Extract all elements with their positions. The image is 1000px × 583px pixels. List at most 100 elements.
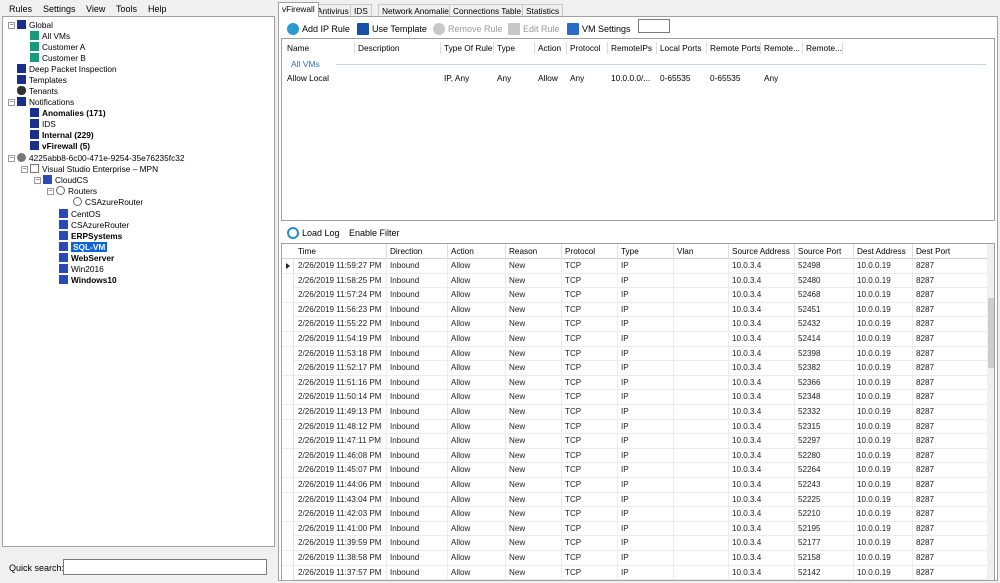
row-header[interactable] (282, 317, 294, 332)
column-header[interactable]: Local Ports (660, 43, 702, 53)
tree-node-cloud[interactable]: CloudCS (43, 175, 88, 186)
row-header[interactable] (282, 273, 294, 288)
tree-node-vm[interactable]: WebServer (59, 253, 114, 264)
log-row[interactable]: 2/26/2019 11:49:13 PM Inbound Allow New TCP I… (282, 405, 987, 420)
column-header[interactable]: Type (621, 247, 639, 256)
log-row[interactable]: 2/26/2019 11:48:12 PM Inbound Allow New TCP I… (282, 419, 987, 435)
menu-view[interactable]: View (86, 4, 105, 14)
tree-node-vm[interactable]: CSAzureRouter (59, 220, 129, 231)
tree-node-templates[interactable]: Templates (17, 75, 67, 86)
row-header[interactable] (282, 375, 294, 390)
log-row[interactable]: 2/26/2019 11:58:25 PM Inbound Allow New TCP I… (282, 273, 987, 289)
log-row[interactable]: 2/26/2019 11:46:08 PM Inbound Allow New TCP I… (282, 448, 987, 464)
column-header[interactable]: Remote Ports (710, 43, 761, 53)
vm-settings-field[interactable] (638, 19, 670, 33)
row-header[interactable] (282, 302, 294, 317)
collapse-toggle[interactable]: − (34, 177, 41, 184)
use-template-button[interactable]: Use Template (357, 20, 427, 38)
menu-tools[interactable]: Tools (116, 4, 137, 14)
row-header[interactable] (282, 551, 294, 565)
collapse-toggle[interactable]: − (8, 155, 15, 162)
menu-rules[interactable]: Rules (9, 4, 32, 14)
tree-node-vfirewall[interactable]: vFirewall (5) (30, 141, 90, 152)
vertical-scrollbar[interactable] (987, 244, 994, 580)
row-header[interactable] (282, 332, 294, 346)
tree-node-all-vms[interactable]: All VMs (30, 31, 70, 42)
scrollbar-thumb[interactable] (988, 298, 994, 368)
log-row[interactable]: 2/26/2019 11:43:04 PM Inbound Allow New TCP I… (282, 492, 987, 508)
tree-node-customer-a[interactable]: Customer A (30, 42, 85, 53)
log-row[interactable]: 2/26/2019 11:38:58 PM Inbound Allow New TCP I… (282, 551, 987, 566)
column-header[interactable]: Action (451, 247, 474, 256)
log-row[interactable]: 2/26/2019 11:56:23 PM Inbound Allow New TCP I… (282, 302, 987, 318)
log-row[interactable]: 2/26/2019 11:37:57 PM Inbound Allow New TCP I… (282, 565, 987, 580)
tree-node-anomalies[interactable]: Anomalies (171) (30, 108, 106, 119)
tree-node-subscription-id[interactable]: 4225abb8-6c00-471e-9254-35e76235fc32 (17, 153, 184, 164)
column-header[interactable]: Name (287, 43, 309, 53)
row-header[interactable] (282, 405, 294, 419)
log-row[interactable]: 2/26/2019 11:52:17 PM Inbound Allow New TCP I… (282, 361, 987, 376)
column-header[interactable]: Action (538, 43, 561, 53)
collapse-toggle[interactable]: − (8, 99, 15, 106)
tree-node-dpi[interactable]: Deep Packet Inspection (17, 64, 117, 75)
row-header[interactable] (282, 288, 294, 303)
log-row[interactable]: 2/26/2019 11:47:11 PM Inbound Allow New TCP I… (282, 434, 987, 449)
tree-node-vm-selected[interactable]: SQL-VM (59, 242, 108, 253)
column-header[interactable]: Type Of Rule (444, 43, 492, 53)
column-header[interactable]: Protocol (565, 247, 595, 256)
row-header[interactable] (282, 463, 294, 478)
log-row[interactable]: 2/26/2019 11:59:27 PM Inbound Allow New TCP I… (282, 259, 987, 274)
row-header[interactable] (282, 448, 294, 463)
row-header[interactable] (282, 565, 294, 580)
tree-node-vm[interactable]: ERPSystems (59, 231, 122, 242)
row-header[interactable] (282, 361, 294, 376)
tree-node-routers[interactable]: Routers (56, 186, 97, 197)
navigation-tree[interactable]: − Global All VMs Customer A Customer B D… (2, 16, 275, 547)
tree-node-internal[interactable]: Internal (229) (30, 130, 94, 141)
row-header[interactable] (282, 419, 294, 434)
load-log-button[interactable]: Load Log (287, 224, 340, 242)
column-header[interactable]: RemoteIPs (611, 43, 652, 53)
log-row[interactable]: 2/26/2019 11:55:22 PM Inbound Allow New TCP I… (282, 317, 987, 332)
tree-node-vm[interactable]: Windows10 (59, 275, 117, 286)
tree-node-vm[interactable]: Win2016 (59, 264, 104, 275)
log-row[interactable]: 2/26/2019 11:45:07 PM Inbound Allow New TCP I… (282, 463, 987, 478)
tree-node-customer-b[interactable]: Customer B (30, 53, 86, 64)
tree-node-subscription[interactable]: Visual Studio Enterprise – MPN (30, 164, 158, 175)
row-header[interactable] (282, 346, 294, 361)
collapse-toggle[interactable]: − (47, 188, 54, 195)
column-header[interactable]: Source Port (798, 247, 841, 256)
column-header[interactable]: Remote... (806, 43, 842, 53)
tree-node-router[interactable]: CSAzureRouter (73, 197, 143, 208)
tree-node-tenants[interactable]: Tenants (17, 86, 58, 97)
column-header[interactable]: Remote... (764, 43, 800, 53)
collapse-toggle[interactable]: − (8, 22, 15, 29)
log-row[interactable]: 2/26/2019 11:42:03 PM Inbound Allow New TCP I… (282, 507, 987, 522)
column-header[interactable]: Description (358, 43, 400, 53)
tree-node-vm[interactable]: CentOS (59, 209, 101, 220)
row-header[interactable] (282, 536, 294, 551)
collapse-toggle[interactable]: − (21, 166, 28, 173)
row-header[interactable] (282, 390, 294, 405)
column-header[interactable]: Time (298, 247, 316, 256)
tree-node-notifications[interactable]: Notifications (17, 97, 74, 108)
log-row[interactable]: 2/26/2019 11:39:59 PM Inbound Allow New TCP I… (282, 536, 987, 551)
row-header[interactable] (282, 478, 294, 492)
column-header[interactable]: Direction (390, 247, 422, 256)
column-header[interactable]: Dest Address (857, 247, 906, 256)
column-header[interactable]: Protocol (570, 43, 600, 53)
row-header[interactable] (282, 259, 294, 273)
remove-rule-button[interactable]: Remove Rule (433, 20, 503, 38)
tree-node-ids[interactable]: IDS (30, 119, 56, 130)
row-header[interactable] (282, 434, 294, 449)
row-header[interactable] (282, 521, 294, 536)
tree-node-global[interactable]: Global (17, 20, 53, 31)
rules-table[interactable]: Name Description Type Of Rule Type Actio… (281, 38, 995, 221)
column-header[interactable]: Vlan (677, 247, 693, 256)
tab-vfirewall[interactable]: vFirewall (278, 2, 319, 17)
edit-rule-button[interactable]: Edit Rule (508, 20, 560, 38)
row-header[interactable] (282, 507, 294, 522)
column-header[interactable]: Dest Port (916, 247, 950, 256)
log-row[interactable]: 2/26/2019 11:54:19 PM Inbound Allow New TCP I… (282, 332, 987, 347)
menu-help[interactable]: Help (148, 4, 167, 14)
